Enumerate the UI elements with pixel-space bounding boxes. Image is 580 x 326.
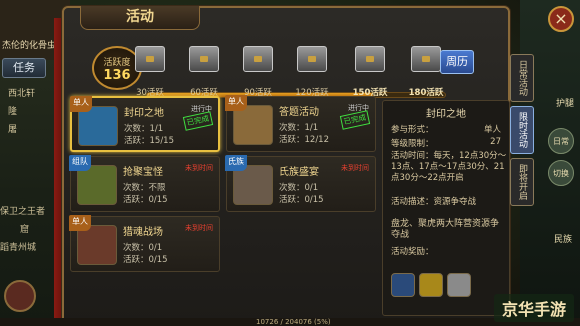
completed-stamp: 已完成 bbox=[182, 111, 214, 131]
task-button[interactable]: 任务 bbox=[2, 58, 46, 78]
reward-chest-90[interactable]: 90活跃 bbox=[238, 46, 278, 98]
soul-battlefield-icon bbox=[77, 225, 117, 265]
treasure-monster-icon bbox=[77, 165, 117, 205]
card-status: 未到时间 bbox=[341, 164, 369, 172]
activity-card[interactable]: 单人 答题活动 进行中 已完成 次数：1/1 活跃：12/12 bbox=[225, 95, 376, 152]
reward-gem-icon[interactable] bbox=[391, 273, 415, 297]
tab-daily[interactable]: 日常活动 bbox=[510, 54, 534, 102]
level-value: 27 bbox=[490, 137, 501, 147]
right-label: 民族 bbox=[553, 235, 572, 245]
reward-chest-30[interactable]: 30活跃 bbox=[130, 46, 170, 98]
card-count: 次数：0/1 bbox=[279, 183, 319, 193]
switch-hud-button[interactable]: 切换 bbox=[548, 160, 574, 186]
side-text: 蹈青州城 bbox=[0, 243, 37, 253]
detail-title: 封印之地 bbox=[426, 109, 466, 120]
card-count: 次数：1/1 bbox=[279, 123, 319, 133]
side-text: 保卫之王者 bbox=[0, 207, 46, 217]
type-ribbon: 单人 bbox=[70, 96, 92, 112]
chest-label: 180活跃 bbox=[408, 88, 444, 98]
form-label: 参与形式： bbox=[391, 125, 434, 135]
card-activity: 活跃：12/12 bbox=[279, 135, 329, 145]
chest-icon bbox=[411, 46, 441, 72]
form-value: 单人 bbox=[483, 125, 501, 135]
type-ribbon: 单人 bbox=[225, 95, 247, 111]
card-status: 未到时间 bbox=[185, 224, 213, 232]
exp-text: 10726 / 204076 (5%) bbox=[256, 318, 331, 326]
card-count: 次数：0/1 bbox=[123, 243, 163, 253]
completed-stamp: 已完成 bbox=[339, 110, 371, 130]
activity-card[interactable]: 组队 抢聚宝怪 未到时间 次数：不限 活跃：0/15 bbox=[69, 155, 220, 212]
card-activity: 活跃：0/15 bbox=[279, 195, 324, 205]
level-label: 等级限制： bbox=[391, 139, 434, 149]
activity-card[interactable]: 氏族 氏族盛宴 未到时间 次数：0/1 活跃：0/15 bbox=[225, 155, 376, 212]
type-ribbon: 单人 bbox=[69, 215, 91, 231]
activity-progress: 活跃度 136 30活跃 60活跃 90活跃 120活跃 150活跃 180活跃… bbox=[80, 32, 478, 98]
tab-timed[interactable]: 限时活动 bbox=[510, 106, 534, 154]
reward-label: 活动奖励： bbox=[391, 247, 434, 257]
card-title: 答题活动 bbox=[279, 107, 319, 118]
crystal-icon bbox=[78, 106, 118, 146]
side-text: 屠 bbox=[8, 125, 18, 135]
desc-text: 活动描述：资源争夺战 bbox=[391, 197, 477, 207]
side-text: 隆 bbox=[8, 107, 18, 117]
feast-icon bbox=[233, 165, 273, 205]
reward-chest-150[interactable]: 150活跃 bbox=[350, 46, 390, 98]
card-title: 氏族盛宴 bbox=[279, 167, 319, 178]
scroll-icon bbox=[233, 105, 273, 145]
close-button[interactable]: × bbox=[548, 6, 574, 32]
reward-chest-icon[interactable] bbox=[447, 273, 471, 297]
card-activity: 活跃：0/15 bbox=[123, 195, 168, 205]
right-label: 护腿 bbox=[555, 99, 574, 109]
card-status: 未到时间 bbox=[185, 164, 213, 172]
chest-icon bbox=[297, 46, 327, 72]
panel-title: 活动 bbox=[80, 6, 200, 30]
activity-card[interactable]: 单人 猎魂战场 未到时间 次数：0/1 活跃：0/15 bbox=[69, 215, 220, 272]
activity-card[interactable]: 单人 封印之地 进行中 已完成 次数：1/1 活跃：15/15 bbox=[70, 96, 220, 152]
side-text: 窟 bbox=[20, 225, 30, 235]
reward-coin-icon[interactable] bbox=[419, 273, 443, 297]
minimap[interactable] bbox=[4, 280, 36, 312]
time-text: 活动时间：每天，12点30分～13点、17点～17点30分、21点30分～22点… bbox=[391, 151, 507, 183]
reward-chest-120[interactable]: 120活跃 bbox=[292, 46, 332, 98]
chest-icon bbox=[355, 46, 385, 72]
type-ribbon: 组队 bbox=[69, 155, 91, 171]
player-name: 杰伦的化骨虫 bbox=[2, 41, 57, 51]
card-count: 次数：1/1 bbox=[124, 124, 164, 134]
daily-hud-button[interactable]: 日常 bbox=[548, 128, 574, 154]
reward-chest-60[interactable]: 60活跃 bbox=[184, 46, 224, 98]
tab-upcoming[interactable]: 即将开启 bbox=[510, 158, 534, 206]
type-ribbon: 氏族 bbox=[225, 155, 247, 171]
vertical-tabs: 日常活动 限时活动 即将开启 bbox=[510, 54, 536, 214]
activity-list: 单人 封印之地 进行中 已完成 次数：1/1 活跃：15/15 单人 答题活动 … bbox=[69, 92, 380, 312]
card-count: 次数：不限 bbox=[123, 183, 166, 193]
extra-text: 盘龙、聚虎两大阵营资源争夺战 bbox=[391, 219, 500, 240]
weekly-calendar-button[interactable]: 周历 bbox=[440, 50, 474, 74]
card-activity: 活跃：0/15 bbox=[123, 255, 168, 265]
card-title: 封印之地 bbox=[124, 108, 164, 119]
card-title: 抢聚宝怪 bbox=[123, 167, 163, 178]
watermark-logo: 京华手游 bbox=[493, 294, 574, 322]
activity-detail-panel: 封印之地 参与形式： 单人 等级限制： 27 活动时间：每天，12点30分～13… bbox=[382, 100, 510, 316]
side-text: 西北轩 bbox=[8, 89, 36, 99]
chest-icon bbox=[243, 46, 273, 72]
card-activity: 活跃：15/15 bbox=[124, 136, 174, 146]
chest-icon bbox=[135, 46, 165, 72]
chest-icon bbox=[189, 46, 219, 72]
card-title: 猎魂战场 bbox=[123, 227, 163, 238]
